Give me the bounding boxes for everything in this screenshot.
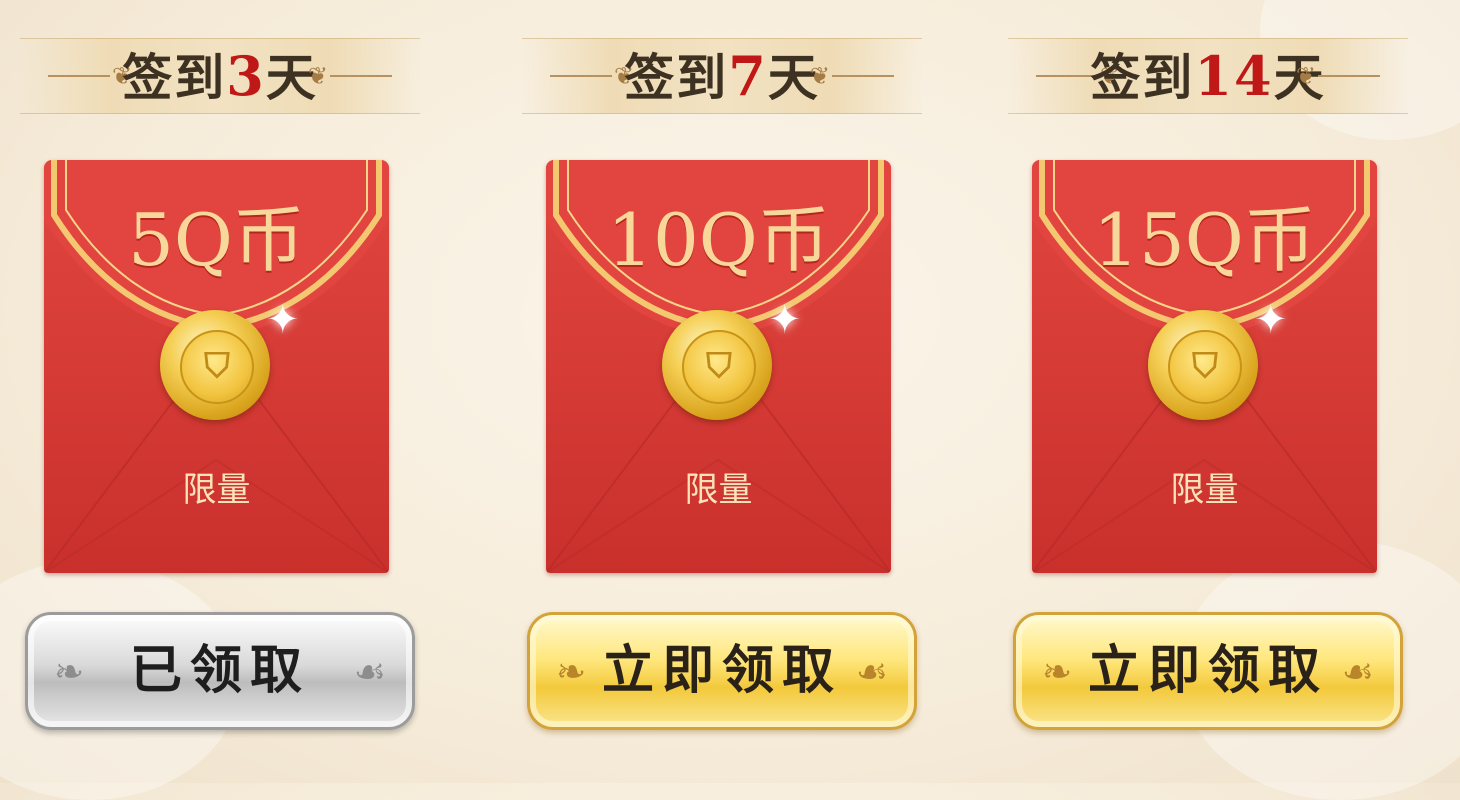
reward-amount: 10Q币 [607, 198, 830, 282]
header-divider-line [330, 75, 392, 77]
gold-coin-seal-icon: ⛉ [662, 310, 772, 420]
header-divider-line [1318, 75, 1380, 77]
fleur-ornament-icon: ❧ [556, 652, 587, 693]
limited-badge: 限量 [182, 470, 251, 510]
header-title: 签到3天 [20, 47, 420, 107]
limited-badge: 限量 [684, 470, 753, 510]
fleur-ornament-icon: ☙ [1341, 652, 1374, 693]
reward-amount: 5Q币 [128, 198, 305, 282]
reward-header: ❦ 签到3天 ❦ [20, 38, 420, 114]
header-divider-line [832, 75, 894, 77]
reward-card-3-days: ❦ 签到3天 ❦ 5Q币 ⛉ ✦ 限量 ❧ 已领取 ☙ [0, 0, 440, 783]
red-envelope: 5Q币 ⛉ ✦ 限量 [44, 160, 389, 573]
header-title: 签到7天 [522, 47, 922, 107]
day-count: 3 [226, 44, 266, 108]
reward-header: ❦ 签到14天 ❦ [1008, 38, 1408, 114]
header-prefix: 签到 [624, 48, 729, 107]
fleur-ornament-icon: ☙ [353, 652, 386, 693]
header-prefix: 签到 [1090, 48, 1195, 107]
reward-card-14-days: ❦ 签到14天 ❦ 15Q币 ⛉ ✦ 限量 ❧ 立即领取 ☙ [988, 0, 1428, 783]
header-prefix: 签到 [122, 48, 227, 107]
red-envelope: 10Q币 ⛉ ✦ 限量 [546, 160, 891, 573]
gold-coin-seal-icon: ⛉ [160, 310, 270, 420]
day-count: 7 [728, 44, 768, 108]
sparkle-icon: ✦ [1254, 297, 1288, 343]
fleur-ornament-icon: ❦ [809, 62, 830, 90]
claim-now-button[interactable]: ❧ 立即领取 ☙ [1013, 612, 1403, 730]
sparkle-icon: ✦ [266, 297, 300, 343]
reward-amount: 15Q币 [1093, 198, 1316, 282]
button-label: 已领取 [129, 641, 310, 701]
reward-card-7-days: ❦ 签到7天 ❦ 10Q币 ⛉ ✦ 限量 ❧ 立即领取 ☙ [502, 0, 942, 783]
button-label: 立即领取 [1087, 641, 1328, 701]
header-title: 签到14天 [1008, 47, 1408, 107]
fleur-ornament-icon: ❧ [54, 652, 85, 693]
gold-coin-seal-icon: ⛉ [1148, 310, 1258, 420]
limited-badge: 限量 [1170, 470, 1239, 510]
fleur-ornament-icon: ❦ [1295, 62, 1316, 90]
fleur-ornament-icon: ❧ [1042, 652, 1073, 693]
fleur-ornament-icon: ☙ [855, 652, 888, 693]
reward-header: ❦ 签到7天 ❦ [522, 38, 922, 114]
sparkle-icon: ✦ [768, 297, 802, 343]
day-count: 14 [1194, 44, 1274, 108]
red-envelope: 15Q币 ⛉ ✦ 限量 [1032, 160, 1377, 573]
fleur-ornament-icon: ❦ [307, 62, 328, 90]
button-label: 立即领取 [601, 641, 842, 701]
claimed-button[interactable]: ❧ 已领取 ☙ [25, 612, 415, 730]
claim-now-button[interactable]: ❧ 立即领取 ☙ [527, 612, 917, 730]
